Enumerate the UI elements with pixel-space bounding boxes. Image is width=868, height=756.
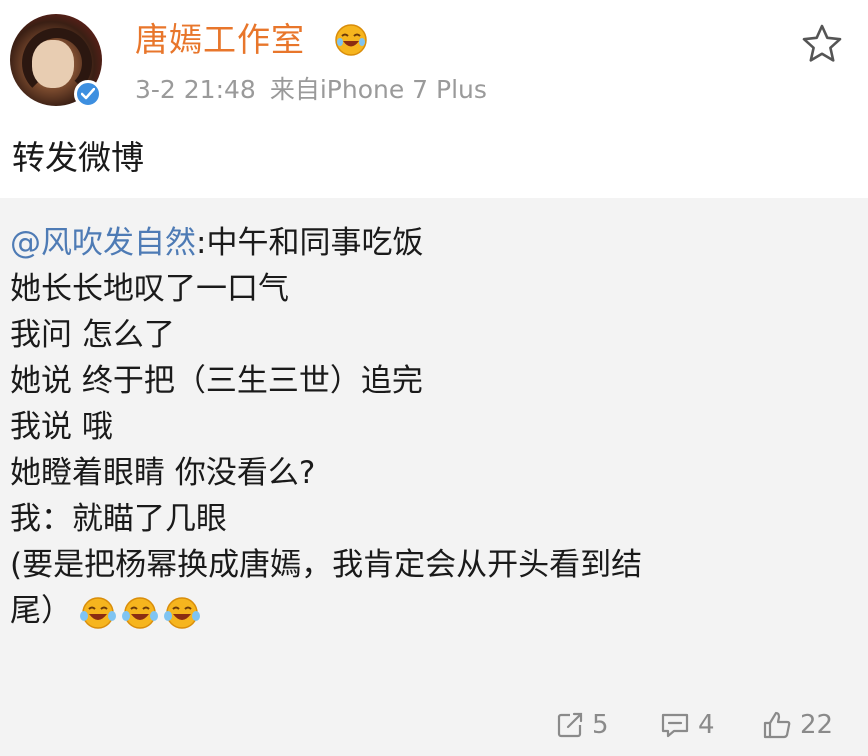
post-actions: 5 4 22 [0,698,868,756]
repost-icon [557,712,583,738]
star-icon[interactable] [800,22,844,66]
post-text: 转发微博 [12,138,144,177]
post-time: 3-2 21:48 [135,75,256,104]
retweet-line: 我问 怎么了 [10,317,175,353]
post-meta: 3-2 21:48 来自iPhone 7 Plus [135,74,487,106]
repost-button[interactable]: 5 [556,708,609,742]
like-count: 22 [800,710,834,740]
repost-count: 5 [592,710,609,740]
retweet-line: 她长长地叹了一口气 [10,271,289,307]
laughing-emoji-icon [335,24,367,56]
thumbs-up-icon [763,711,791,739]
retweet-line: 她说 终于把（三生三世）追完 [10,363,423,399]
author-name[interactable]: 唐嫣工作室 [135,20,305,60]
comment-icon [661,713,689,738]
retweet-line: 她瞪着眼睛 你没看么? [10,455,316,491]
weibo-post: 唐嫣工作室 3-2 21:48 来自iPhone 7 Plus 转发微博 @风吹发… [0,0,868,756]
post-source[interactable]: 来自iPhone 7 Plus [270,75,487,104]
retweet-card[interactable]: @风吹发自然:中午和同事吃饭 她长长地叹了一口气 我问 怎么了 她说 终于把（三… [0,198,868,698]
comment-button[interactable]: 4 [660,708,715,742]
avatar-face [32,40,74,88]
retweet-line: 我：就瞄了几眼 [10,501,227,537]
laughing-emoji-icon [164,596,200,629]
comment-count: 4 [698,710,715,740]
retweet-line: (要是把杨幂换成唐嫣，我肯定会从开头看到结 [10,547,643,583]
retweet-line: @风吹发自然:中午和同事吃饭 [10,225,424,261]
post-header: 唐嫣工作室 3-2 21:48 来自iPhone 7 Plus [0,0,868,120]
retweet-line: 尾） [10,588,860,634]
like-button[interactable]: 22 [762,708,833,742]
laughing-emoji-icon [122,596,158,629]
emoji-group [78,595,202,631]
verified-badge-icon [74,80,102,108]
retweet-text: @风吹发自然:中午和同事吃饭 她长长地叹了一口气 我问 怎么了 她说 终于把（三… [10,220,860,634]
laughing-emoji-icon [80,596,116,629]
retweet-line: 我说 哦 [10,409,113,445]
mention-link[interactable]: @风吹发自然 [10,225,196,261]
